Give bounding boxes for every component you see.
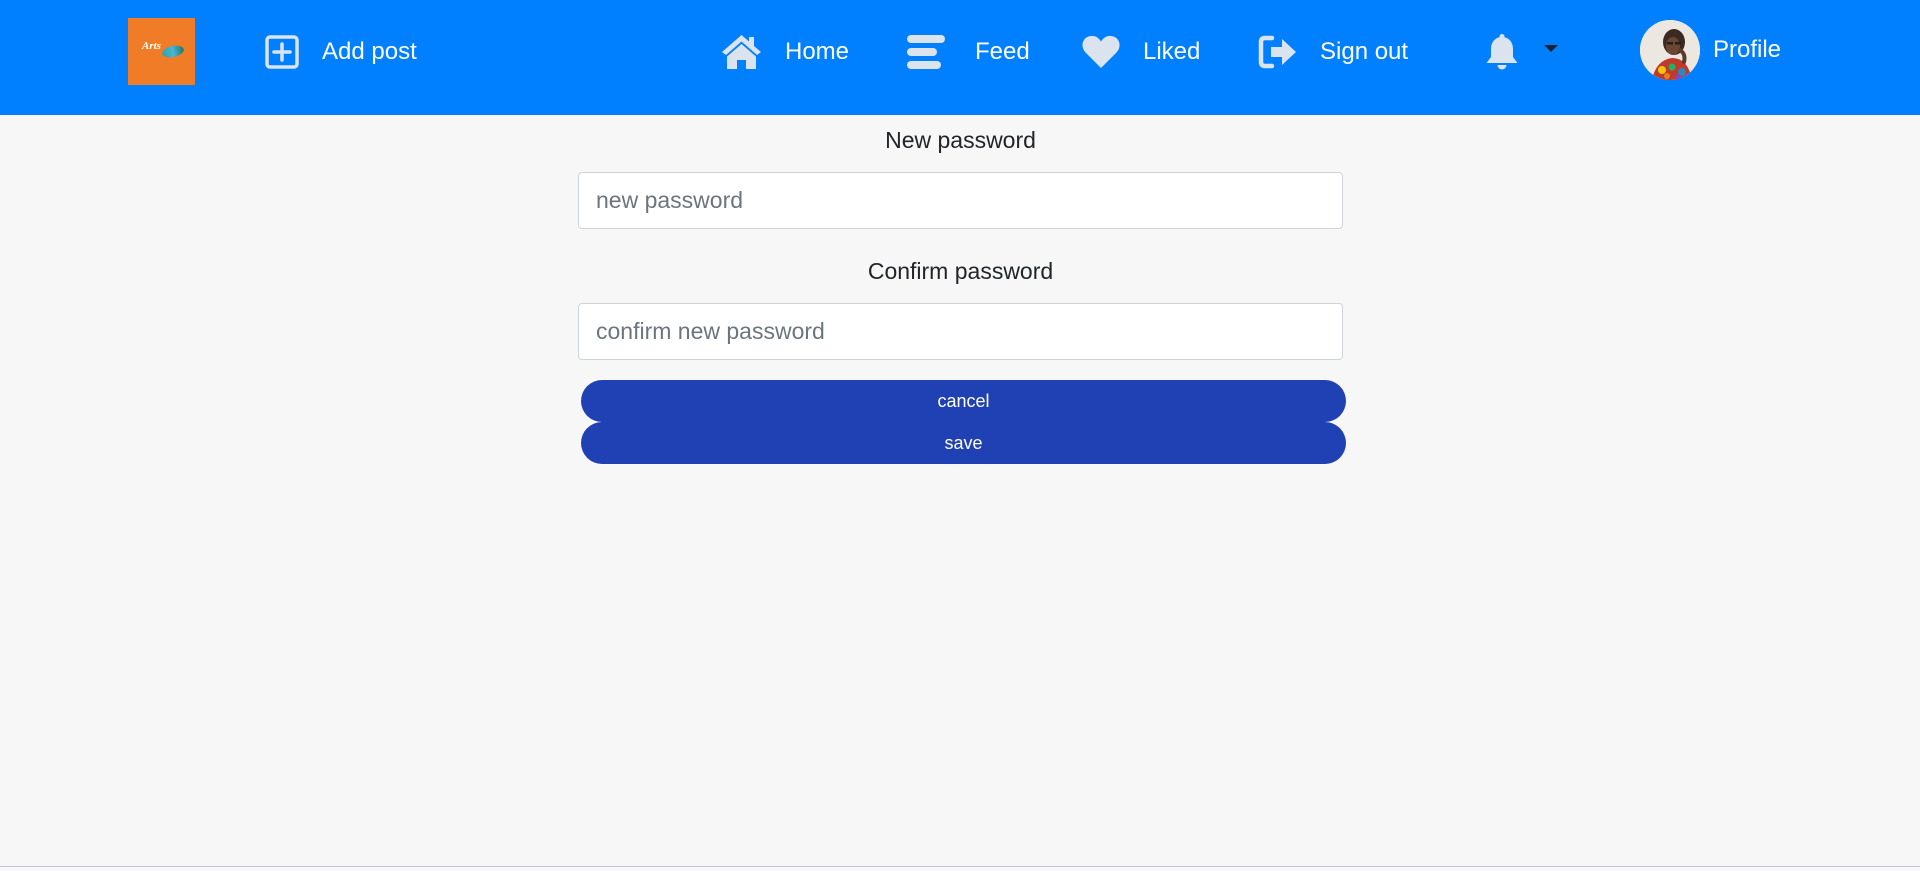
heart-icon (1081, 34, 1121, 70)
bell-icon (1482, 32, 1522, 72)
nav-profile[interactable]: Profile (1640, 0, 1781, 100)
notifications-dropdown[interactable] (1482, 0, 1558, 104)
caret-down-icon (1544, 45, 1558, 53)
nav-profile-label: Profile (1713, 36, 1782, 63)
avatar (1640, 20, 1700, 80)
change-password-form: New password Confirm password cancel sav… (578, 115, 1346, 464)
logo-mark (161, 43, 185, 60)
nav-sign-out[interactable]: Sign out (1258, 0, 1408, 104)
nav-sign-out-label: Sign out (1320, 38, 1409, 65)
new-password-label: New password (885, 127, 1036, 153)
new-password-input[interactable] (578, 172, 1343, 229)
feed-lines-icon (906, 33, 946, 71)
cancel-button[interactable]: cancel (581, 380, 1346, 422)
confirm-password-input[interactable] (578, 303, 1343, 360)
nav-add-post[interactable]: Add post (264, 0, 417, 104)
nav-liked[interactable]: Liked (1081, 0, 1200, 104)
confirm-password-label: Confirm password (867, 258, 1054, 284)
nav-liked-label: Liked (1143, 38, 1201, 65)
plus-square-icon (264, 34, 300, 70)
nav-feed[interactable]: Feed (906, 0, 1030, 104)
save-button[interactable]: save (581, 422, 1346, 464)
sign-out-icon (1258, 34, 1298, 70)
nav-home-label: Home (785, 38, 850, 65)
navbar: Arts Add post Home Feed Liked Sign out P… (0, 0, 1920, 115)
nav-add-post-label: Add post (322, 38, 417, 65)
app-logo[interactable]: Arts (128, 18, 195, 85)
nav-home[interactable]: Home (719, 0, 849, 104)
home-icon (719, 32, 764, 72)
nav-feed-label: Feed (975, 38, 1030, 65)
logo-text: Arts (142, 40, 161, 52)
page-bottom-divider (0, 866, 1920, 867)
